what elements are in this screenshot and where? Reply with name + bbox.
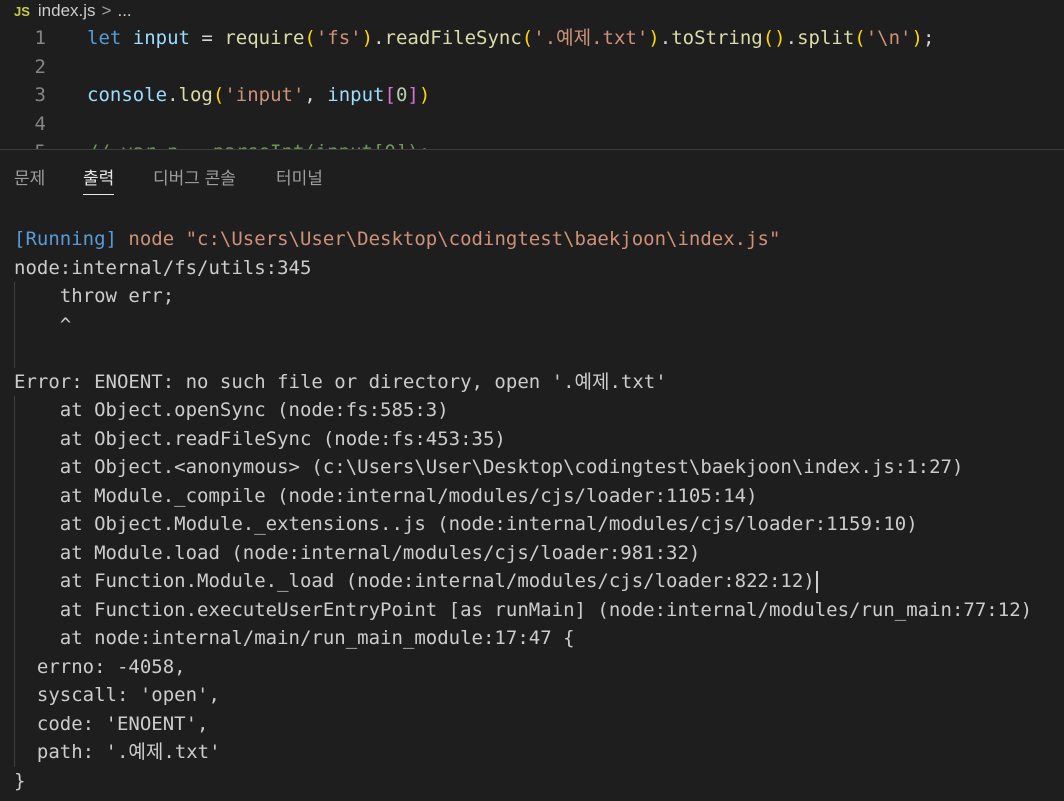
output-line: at Module.load (node:internal/modules/cj… <box>14 541 701 564</box>
code-token: console <box>87 84 168 106</box>
code-token: ( <box>854 27 866 49</box>
code-token: 'input' <box>224 84 305 106</box>
text-cursor <box>815 570 818 593</box>
code-token: 'fs' <box>315 27 362 49</box>
code-token: let <box>87 27 122 49</box>
line-number: 3 <box>34 84 46 106</box>
code-token: . <box>659 27 672 49</box>
output-line: at Module._compile (node:internal/module… <box>14 484 758 507</box>
running-tag: [Running] <box>14 228 117 250</box>
output-line: } <box>14 769 26 792</box>
code-token: log <box>178 84 213 106</box>
indent-guide <box>14 396 15 767</box>
line-number: 2 <box>34 55 46 78</box>
output-line: at Function.executeUserEntryPoint [as ru… <box>14 598 1033 621</box>
output-line: at Function.Module._load (node:internal/… <box>14 567 818 595</box>
code-text: console.log('input', input[0]) <box>87 81 430 109</box>
output-line: at Object.<anonymous> (c:\Users\User\Des… <box>14 456 964 478</box>
code-token: () <box>762 27 786 49</box>
tab-output[interactable]: 출력 <box>83 164 115 195</box>
output-line: at node:internal/main/run_main_module:17… <box>14 627 575 649</box>
code-token: ) <box>911 27 923 49</box>
code-token: ) <box>648 27 660 49</box>
code-token: [ <box>384 84 396 106</box>
code-token: . <box>785 27 798 49</box>
code-token: '.예제.txt' <box>533 27 649 49</box>
indent-guide <box>14 282 15 368</box>
code-token: toString <box>671 27 763 49</box>
breadcrumb-file[interactable]: index.js <box>38 1 96 21</box>
output-line: throw err; <box>14 285 175 307</box>
breadcrumb-separator: > <box>101 1 112 20</box>
code-token: ( <box>212 84 225 106</box>
code-token: '\n' <box>865 27 912 49</box>
output-line: ^ <box>14 313 72 336</box>
code-text: // var n = parseInt(input[0]); <box>87 138 430 149</box>
code-token: // var n = parseInt(input[0]); <box>87 141 430 149</box>
code-token: 0 <box>395 84 408 106</box>
line-number: 1 <box>34 27 46 49</box>
line-number: 5 <box>0 138 46 149</box>
code-token: ] <box>407 84 419 106</box>
output-line: syscall: 'open', <box>14 684 220 706</box>
output-line: code: 'ENOENT', <box>14 712 209 735</box>
tab-terminal[interactable]: 터미널 <box>276 164 323 189</box>
panel-tabs: 문제 출력 디버그 콘솔 터미널 <box>0 150 1064 198</box>
output-line: node:internal/fs/utils:345 <box>14 256 312 279</box>
code-token: . <box>373 27 385 49</box>
output-line: at Object.readFileSync (node:fs:453:35) <box>14 427 506 450</box>
output-running-line: [Running] node "c:\Users\User\Desktop\co… <box>14 225 780 253</box>
javascript-file-icon: JS <box>14 3 30 19</box>
code-token: . <box>167 84 179 106</box>
breadcrumb-more[interactable]: ... <box>117 1 131 21</box>
code-token: ) <box>418 84 431 106</box>
code-token: readFileSync <box>384 27 522 49</box>
code-text: let input = require('fs').readFileSync('… <box>87 24 934 52</box>
code-token: ( <box>304 27 316 49</box>
output-line: at Object.Module._extensions..js (node:i… <box>14 513 918 535</box>
code-token: , <box>304 84 328 106</box>
tab-debug-console[interactable]: 디버그 콘솔 <box>153 164 236 189</box>
code-token: require <box>224 27 305 49</box>
output-line: Error: ENOENT: no such file or directory… <box>14 370 667 393</box>
code-token: ) <box>361 27 374 49</box>
output-line: errno: -4058, <box>14 655 186 678</box>
code-token: = <box>189 27 225 49</box>
line-number: 4 <box>34 112 46 135</box>
code-token: split <box>797 27 855 49</box>
output-line: path: '.예제.txt' <box>14 741 221 763</box>
output-line: at Object.openSync (node:fs:585:3) <box>14 399 449 421</box>
code-token: input <box>132 27 190 49</box>
code-editor[interactable]: 1 let input = require('fs').readFileSync(… <box>0 22 1064 149</box>
breadcrumb: JS index.js > ... <box>0 0 1064 22</box>
code-token: ( <box>521 27 534 49</box>
code-token: input <box>327 84 385 106</box>
code-token: ; <box>922 27 935 49</box>
running-command: node "c:\Users\User\Desktop\codingtest\b… <box>116 228 781 250</box>
tab-problems[interactable]: 문제 <box>14 164 45 189</box>
